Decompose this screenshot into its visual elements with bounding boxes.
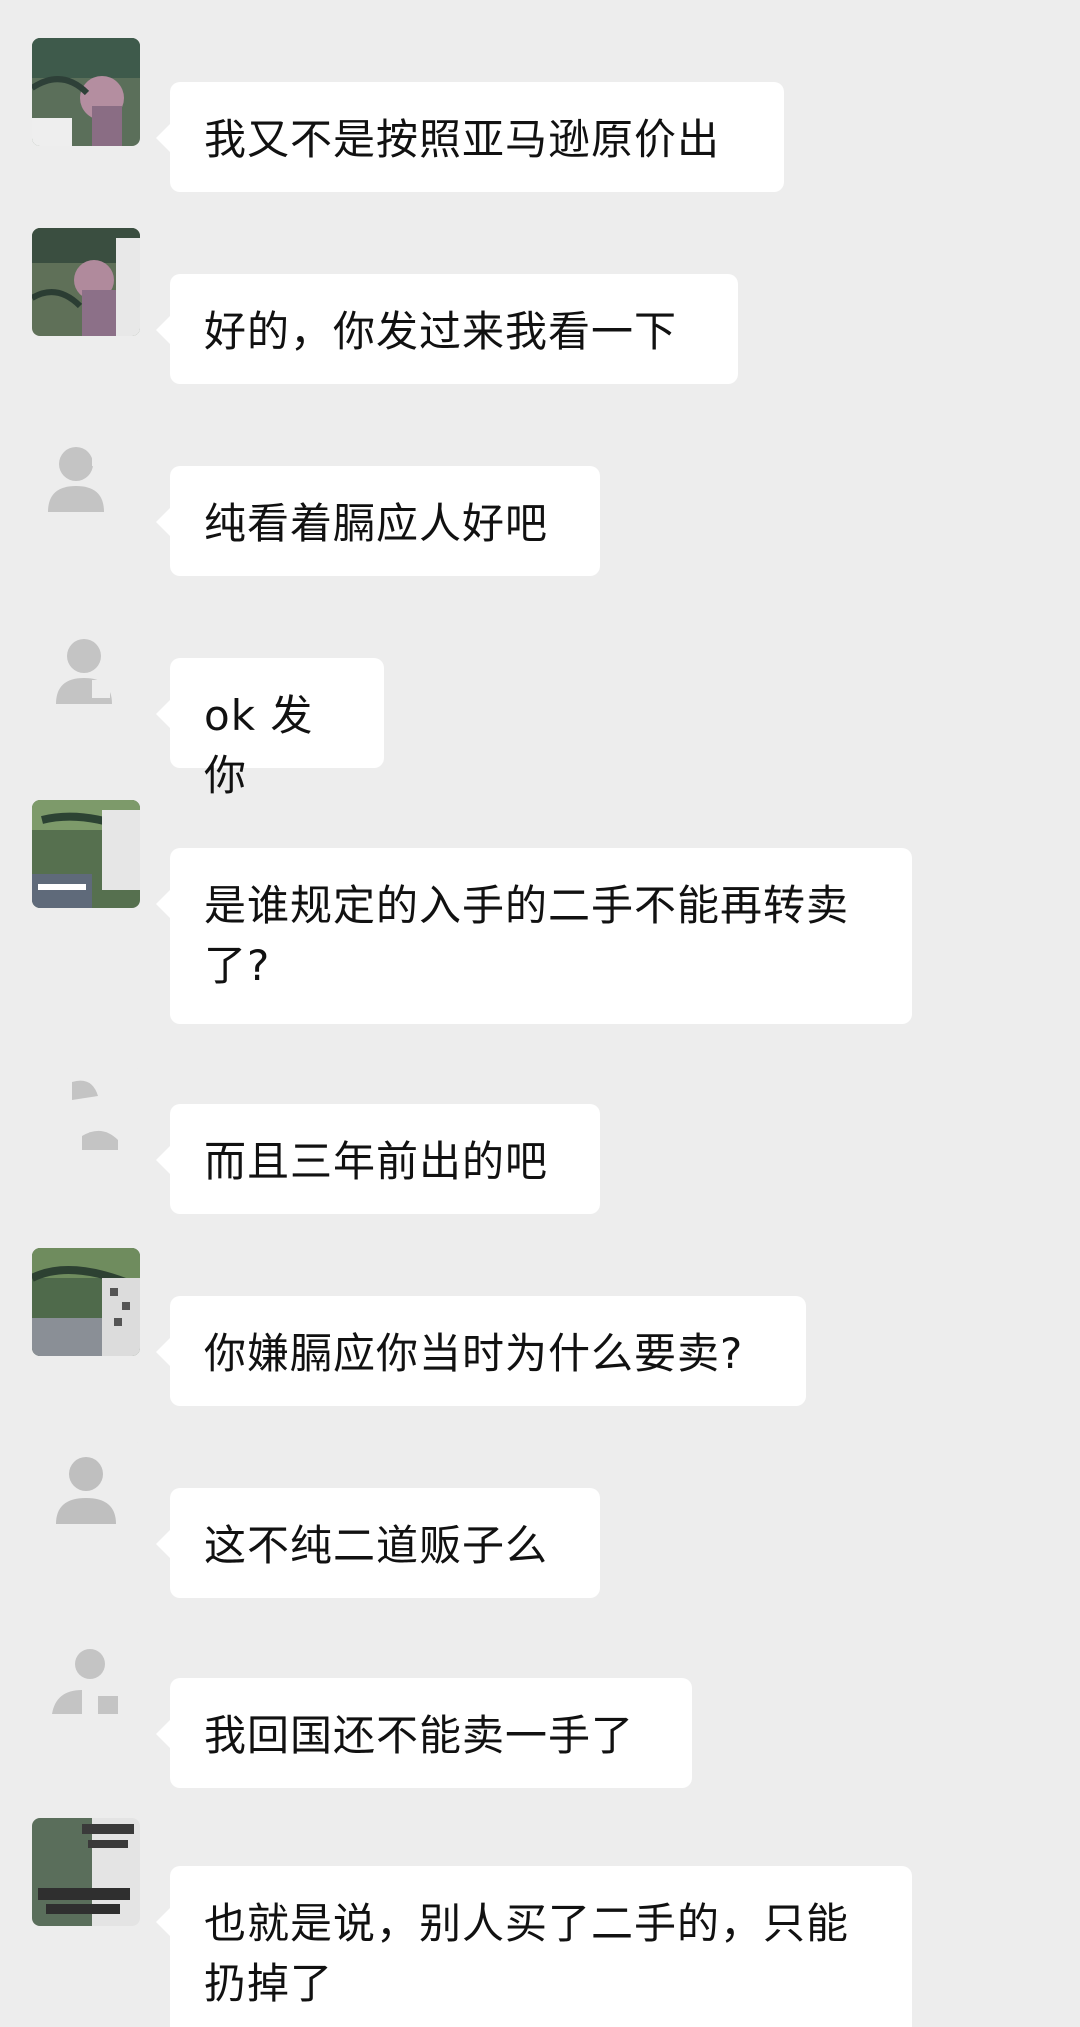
message-text: 我回国还不能卖一手了 <box>204 1711 635 1760</box>
message-bubble[interactable]: 这不纯二道贩子么 <box>156 1488 600 1598</box>
default-person-avatar-icon[interactable] <box>32 1066 140 1174</box>
message-text: 你嫌膈应你当时为什么要卖? <box>204 1329 744 1378</box>
message-bubble[interactable]: 而且三年前出的吧 <box>156 1104 600 1214</box>
message-text: ok 发你 <box>204 691 314 800</box>
message-text: 好的，你发过来我看一下 <box>204 307 678 356</box>
message-bubble[interactable]: 我又不是按照亚马逊原价出 <box>156 82 784 192</box>
message-text: 也就是说，别人买了二手的，只能扔掉了 <box>204 1899 850 2008</box>
message-bubble[interactable]: 你嫌膈应你当时为什么要卖? <box>156 1296 806 1406</box>
message-text: 纯看着膈应人好吧 <box>204 499 549 548</box>
default-person-avatar-icon[interactable] <box>32 428 140 536</box>
photo-avatar-icon[interactable] <box>32 800 140 908</box>
default-person-avatar-icon[interactable] <box>32 620 140 728</box>
message-bubble[interactable]: 是谁规定的入手的二手不能再转卖了? <box>156 848 912 1024</box>
photo-avatar-icon[interactable] <box>32 1248 140 1356</box>
default-person-avatar-icon[interactable] <box>32 1440 140 1548</box>
message-bubble[interactable]: 纯看着膈应人好吧 <box>156 466 600 576</box>
message-bubble[interactable]: 好的，你发过来我看一下 <box>156 274 738 384</box>
message-text: 这不纯二道贩子么 <box>204 1521 549 1570</box>
message-text: 我又不是按照亚马逊原价出 <box>204 115 721 164</box>
photo-avatar-icon[interactable] <box>32 38 140 146</box>
message-text: 是谁规定的入手的二手不能再转卖了? <box>204 881 850 990</box>
default-person-avatar-icon[interactable] <box>32 1630 140 1738</box>
photo-avatar-icon[interactable] <box>32 228 140 336</box>
chat-message-list[interactable]: 我又不是按照亚马逊原价出 好的，你发过来我看一下 纯看着膈应人好吧 ok 发你 … <box>0 0 1080 2027</box>
message-bubble[interactable]: 我回国还不能卖一手了 <box>156 1678 692 1788</box>
message-text: 而且三年前出的吧 <box>204 1137 549 1186</box>
photo-avatar-icon[interactable] <box>32 1818 140 1926</box>
message-bubble[interactable]: 也就是说，别人买了二手的，只能扔掉了 <box>156 1866 912 2027</box>
message-bubble[interactable]: ok 发你 <box>156 658 384 800</box>
